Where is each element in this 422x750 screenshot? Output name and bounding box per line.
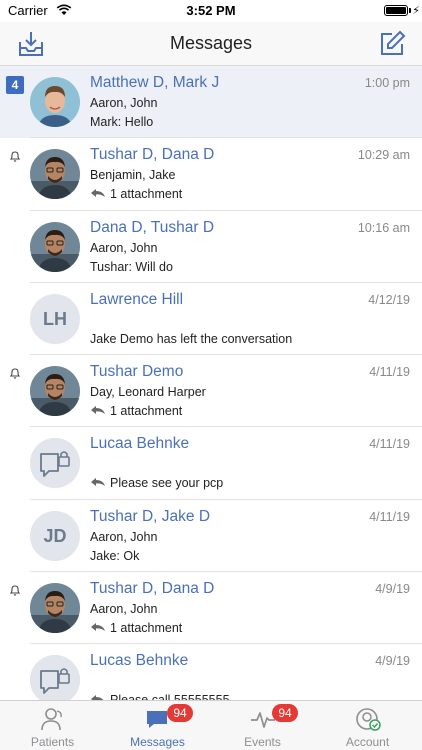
message-time: 10:29 am (357, 148, 410, 163)
message-time: 4/11/19 (369, 365, 410, 380)
conversation-name: Dana D, Tushar D (90, 218, 215, 236)
conversation-name: Matthew D, Mark J (90, 74, 220, 91)
message-time: 1:00 pm (364, 76, 410, 90)
message-row[interactable]: Lucaa Behnke 4/11/19 Please see your pcp (0, 427, 422, 500)
participants: Benjamin, Jake (90, 168, 176, 183)
message-row[interactable]: Dana D, Tushar D 10:16 am Aaron, John Tusha… (0, 210, 422, 283)
page-title: Messages (169, 33, 253, 53)
conversation-name: Tushar D, Dana D (90, 146, 215, 164)
message-preview: Please call 55555555 (90, 693, 230, 700)
message-time: 4/9/19 (375, 582, 410, 597)
preview-text: Jake: Ok (90, 548, 140, 563)
message-preview: Jake Demo has left the conversation (90, 332, 292, 346)
message-preview: Jake: Ok (90, 549, 139, 563)
preview-text: 1 attachment (110, 187, 183, 202)
message-time: 4/9/19 (375, 654, 410, 669)
message-row[interactable]: Tushar D, Dana D 4/9/19 Aaron, John 1 attac… (0, 572, 422, 645)
bell-icon (8, 366, 22, 380)
message-row[interactable]: JD Tushar D, Jake D 4/11/19 Aaron, John Jake… (0, 499, 422, 573)
participants: Aaron, John (90, 96, 158, 110)
preview-text: Mark: Hello (90, 115, 154, 129)
message-row[interactable]: Tushar Demo 4/11/19 Day, Leonard Harper 1 a… (0, 355, 422, 428)
reply-arrow-icon (90, 187, 110, 201)
events-badge: 94 (272, 704, 298, 722)
preview-text: 1 attachment (110, 621, 183, 636)
compose-icon[interactable] (378, 30, 406, 58)
message-preview: 1 attachment (90, 621, 182, 635)
messages-badge: 94 (167, 704, 193, 722)
preview-text: Tushar: Will do (90, 259, 173, 274)
message-time: 4/11/19 (369, 437, 410, 452)
battery-icon (384, 5, 408, 16)
participants: Aaron, John (90, 529, 158, 544)
conversation-name: Tushar D, Jake D (90, 507, 211, 525)
reply-arrow-icon (90, 476, 110, 490)
message-time: 10:16 am (357, 220, 410, 235)
tab-patients[interactable]: Patients (0, 701, 105, 750)
preview-text: 1 attachment (110, 404, 183, 419)
status-time: 3:52 PM (186, 3, 236, 18)
tab-label-account: Account (345, 735, 390, 749)
message-row[interactable]: Tushar D, Dana D 10:29 am Benjamin, Jake 1 … (0, 138, 422, 211)
reply-arrow-icon (90, 404, 110, 418)
message-row[interactable]: LH Lawrence Hill 4/12/19 Jake Demo has left… (0, 282, 422, 356)
locked-chat-icon (30, 438, 80, 489)
preview-text: Please see your pcp (110, 476, 224, 491)
message-row[interactable]: 4 Matthew D, Mark J 1:00 pm Aaron, John Mark… (0, 66, 422, 139)
locked-chat-icon (30, 655, 80, 700)
avatar (30, 149, 80, 200)
patients-icon (41, 708, 62, 731)
unread-count-badge: 4 (6, 76, 24, 94)
charging-icon: ⚡ (412, 5, 420, 17)
avatar-initials: JD (30, 510, 80, 561)
nav-bar: Messages (0, 22, 422, 66)
account-icon (356, 708, 381, 731)
tab-label-patients: Patients (30, 735, 75, 749)
participants: Aaron, John (90, 240, 158, 255)
tab-label-messages: Messages (130, 735, 185, 749)
tab-events[interactable]: 94 Events (210, 701, 315, 750)
avatar-initials: LH (30, 293, 80, 344)
conversation-name: Lucaa Behnke (90, 435, 190, 453)
avatar (30, 221, 80, 272)
participants: Day, Leonard Harper (90, 385, 206, 400)
message-preview: 1 attachment (90, 404, 182, 418)
avatar (30, 583, 80, 634)
message-time: 4/12/19 (368, 292, 410, 307)
avatar (30, 77, 80, 127)
tab-label-events: Events (244, 735, 281, 749)
message-preview: Mark: Hello (90, 115, 153, 129)
tab-messages[interactable]: 94 Messages (105, 701, 210, 750)
battery-tip (409, 8, 411, 13)
conversation-name: Lucas Behnke (90, 652, 189, 670)
message-preview: Please see your pcp (90, 476, 223, 490)
conversation-name: Lawrence Hill (90, 290, 184, 308)
message-preview: Tushar: Will do (90, 260, 173, 274)
message-list[interactable]: 4 Matthew D, Mark J 1:00 pm Aaron, John Mark… (0, 66, 422, 700)
tab-account[interactable]: Account (315, 701, 420, 750)
message-preview: 1 attachment (90, 187, 182, 201)
message-row[interactable]: Lucas Behnke 4/9/19 Please call 55555555 (0, 644, 422, 700)
avatar (30, 366, 80, 417)
reply-arrow-icon (90, 621, 110, 635)
reply-arrow-icon (90, 693, 110, 700)
bell-icon (8, 583, 22, 597)
status-bar: Carrier 3:52 PM ⚡ (0, 0, 422, 22)
preview-text: Please call 55555555 (110, 693, 230, 700)
preview-text: Jake Demo has left the conversation (90, 331, 293, 346)
participants: Aaron, John (90, 602, 158, 617)
bell-icon (8, 149, 22, 163)
conversation-name: Tushar Demo (90, 363, 184, 381)
conversation-name: Tushar D, Dana D (90, 580, 215, 598)
tab-bar: Patients 94 Messages 94 Events Account (0, 700, 422, 750)
message-time: 4/11/19 (369, 509, 410, 524)
